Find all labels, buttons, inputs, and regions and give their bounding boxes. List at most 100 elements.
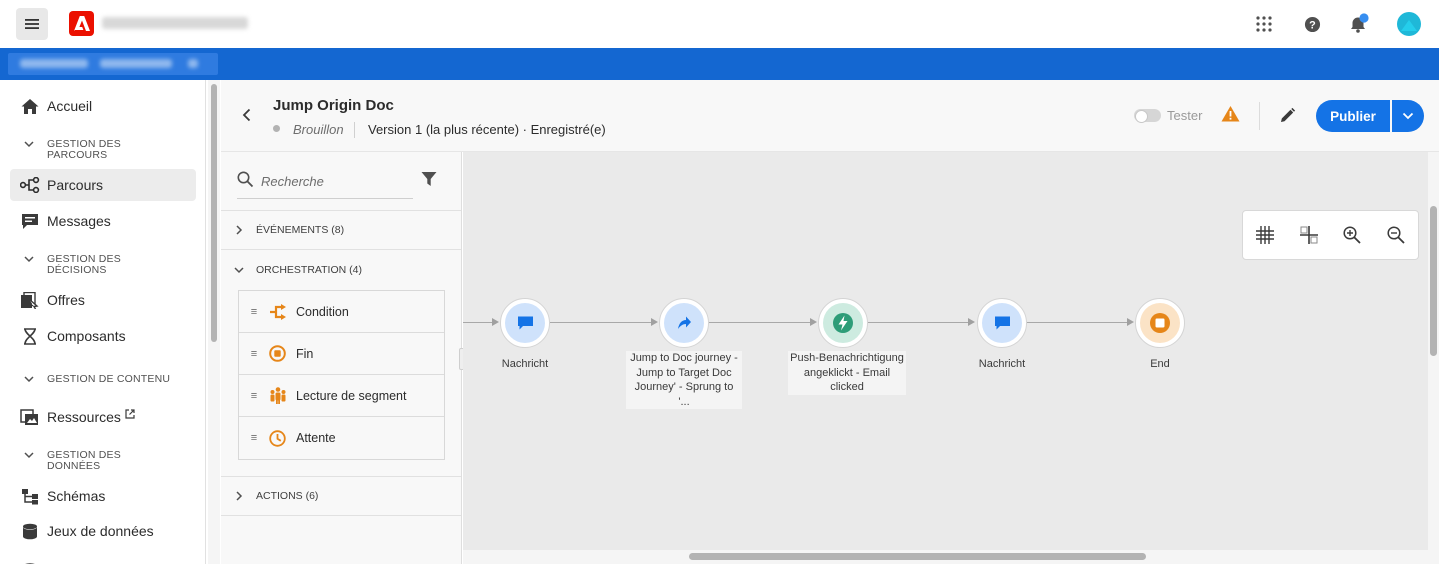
canvas-horizontal-scrollbar[interactable] — [463, 550, 1428, 564]
avatar[interactable] — [1396, 11, 1422, 37]
nav-label-home: Accueil — [47, 98, 93, 114]
nav-item-datasets[interactable]: Jeux de données — [10, 515, 196, 547]
sandbox-env-blurred — [100, 59, 172, 68]
condition-icon — [269, 303, 296, 320]
bell-icon[interactable] — [1347, 12, 1371, 36]
activity-condition[interactable]: ≡ Condition — [239, 291, 444, 333]
chevron-right-icon — [221, 491, 256, 501]
activity-segment-read[interactable]: ≡ Lecture de segment — [239, 375, 444, 417]
publish-button[interactable]: Publier — [1316, 100, 1390, 132]
activity-end[interactable]: ≡ Fin — [239, 333, 444, 375]
category-label: ORCHESTRATION (4) — [256, 264, 362, 276]
journey-icon — [10, 177, 47, 193]
help-icon[interactable]: ? — [1300, 12, 1324, 36]
nav-item-components[interactable]: Composants — [10, 320, 196, 352]
nav-label-assets: Ressources — [47, 409, 121, 425]
category-events[interactable]: ÉVÉNEMENTS (8) — [221, 210, 461, 250]
divider — [354, 122, 355, 138]
journey-version: Version 1 (la plus récente) · Enregistré… — [368, 122, 606, 137]
nav-label-schemas: Schémas — [47, 488, 106, 504]
nav-section-decisions[interactable]: GESTION DES DÉCISIONS — [10, 254, 196, 276]
schema-icon — [10, 488, 47, 505]
journey-node-end[interactable] — [1135, 298, 1185, 348]
edit-properties-button[interactable] — [1279, 107, 1296, 129]
nav-section-label: GESTION DES DONNÉES — [47, 449, 121, 472]
test-mode-label: Tester — [1167, 108, 1203, 123]
filter-icon — [421, 172, 437, 186]
journey-node-event[interactable] — [818, 298, 868, 348]
org-name-blurred — [102, 17, 248, 29]
journey-node-message[interactable] — [977, 298, 1027, 348]
drag-handle-icon[interactable]: ≡ — [239, 390, 269, 402]
palette-search — [237, 168, 413, 199]
nav-item-partial[interactable] — [10, 550, 196, 564]
test-mode-toggle[interactable] — [1134, 109, 1161, 123]
assets-icon — [10, 408, 47, 426]
wait-icon — [269, 429, 296, 447]
connector-arrow — [651, 318, 658, 326]
canvas-vertical-scrollbar[interactable] — [1428, 152, 1439, 564]
connector — [463, 322, 493, 323]
nav-section-label: GESTION DES PARCOURS — [47, 138, 121, 161]
node-label: Nachricht — [501, 358, 549, 370]
drag-handle-icon[interactable]: ≡ — [239, 306, 269, 318]
external-link-icon — [125, 406, 135, 422]
drag-handle-icon[interactable]: ≡ — [239, 432, 269, 444]
nav-item-schemas[interactable]: Schémas — [10, 480, 196, 512]
grid-icon[interactable] — [1243, 226, 1287, 244]
chevron-down-icon — [221, 266, 256, 274]
nav-item-home[interactable]: Accueil — [10, 90, 196, 122]
zoom-in-icon[interactable] — [1331, 226, 1375, 244]
top-bar: ? — [0, 0, 1439, 48]
datasets-icon — [10, 523, 47, 540]
search-input[interactable] — [261, 174, 409, 189]
category-actions[interactable]: ACTIONS (6) — [221, 476, 461, 516]
category-orchestration[interactable]: ORCHESTRATION (4) — [221, 250, 461, 290]
jump-arrow-icon — [664, 303, 704, 343]
connector-arrow — [492, 318, 499, 326]
left-nav-scrollbar[interactable] — [208, 80, 220, 564]
activity-label: Lecture de segment — [296, 388, 407, 403]
nav-label-messages: Messages — [47, 213, 111, 229]
offers-icon — [10, 291, 47, 309]
chevron-down-icon — [10, 254, 47, 263]
message-bubble-icon — [982, 303, 1022, 343]
nav-item-messages[interactable]: Messages — [10, 205, 196, 237]
chevron-down-icon — [10, 139, 47, 148]
journey-canvas[interactable]: Nachricht Jump to Doc journey - Jump to … — [463, 152, 1428, 550]
nav-section-content[interactable]: GESTION DE CONTENU — [10, 374, 196, 385]
message-bubble-icon — [505, 303, 545, 343]
chevron-right-icon — [221, 225, 256, 235]
nav-section-data[interactable]: GESTION DES DONNÉES — [10, 450, 196, 472]
journey-node-message[interactable] — [500, 298, 550, 348]
adobe-logo[interactable] — [69, 11, 94, 36]
zoom-out-icon[interactable] — [1374, 226, 1418, 244]
nav-label-journeys: Parcours — [47, 177, 104, 193]
journey-node-jump[interactable] — [659, 298, 709, 348]
warning-icon[interactable] — [1221, 105, 1240, 127]
nav-item-assets[interactable]: Ressources — [10, 401, 196, 433]
back-button[interactable] — [242, 108, 252, 127]
activity-palette: ÉVÉNEMENTS (8) ORCHESTRATION (4) ≡ Condi… — [221, 152, 462, 564]
search-icon — [237, 171, 254, 193]
drag-handle-icon[interactable]: ≡ — [239, 348, 269, 360]
nav-item-journeys[interactable]: Parcours — [10, 169, 196, 201]
hamburger-menu-button[interactable] — [16, 8, 48, 40]
status-dot — [273, 125, 280, 132]
nav-section-journeys[interactable]: GESTION DES PARCOURS — [10, 139, 196, 161]
connector — [1027, 322, 1128, 323]
activity-label: Condition — [296, 304, 349, 319]
message-icon — [10, 213, 47, 230]
nav-section-label: GESTION DE CONTENU — [47, 373, 171, 385]
publish-options-button[interactable] — [1392, 100, 1424, 132]
connector — [550, 322, 652, 323]
activity-wait[interactable]: ≡ Attente — [239, 417, 444, 459]
canvas-toolbar — [1242, 210, 1419, 260]
apps-grid-icon[interactable] — [1252, 12, 1276, 36]
node-label: Nachricht — [978, 358, 1026, 370]
nav-label-offers: Offres — [47, 292, 85, 308]
align-icon[interactable] — [1287, 226, 1331, 244]
filter-button[interactable] — [421, 171, 437, 192]
nav-item-offers[interactable]: Offres — [10, 284, 196, 316]
chevron-left-icon — [242, 108, 251, 122]
